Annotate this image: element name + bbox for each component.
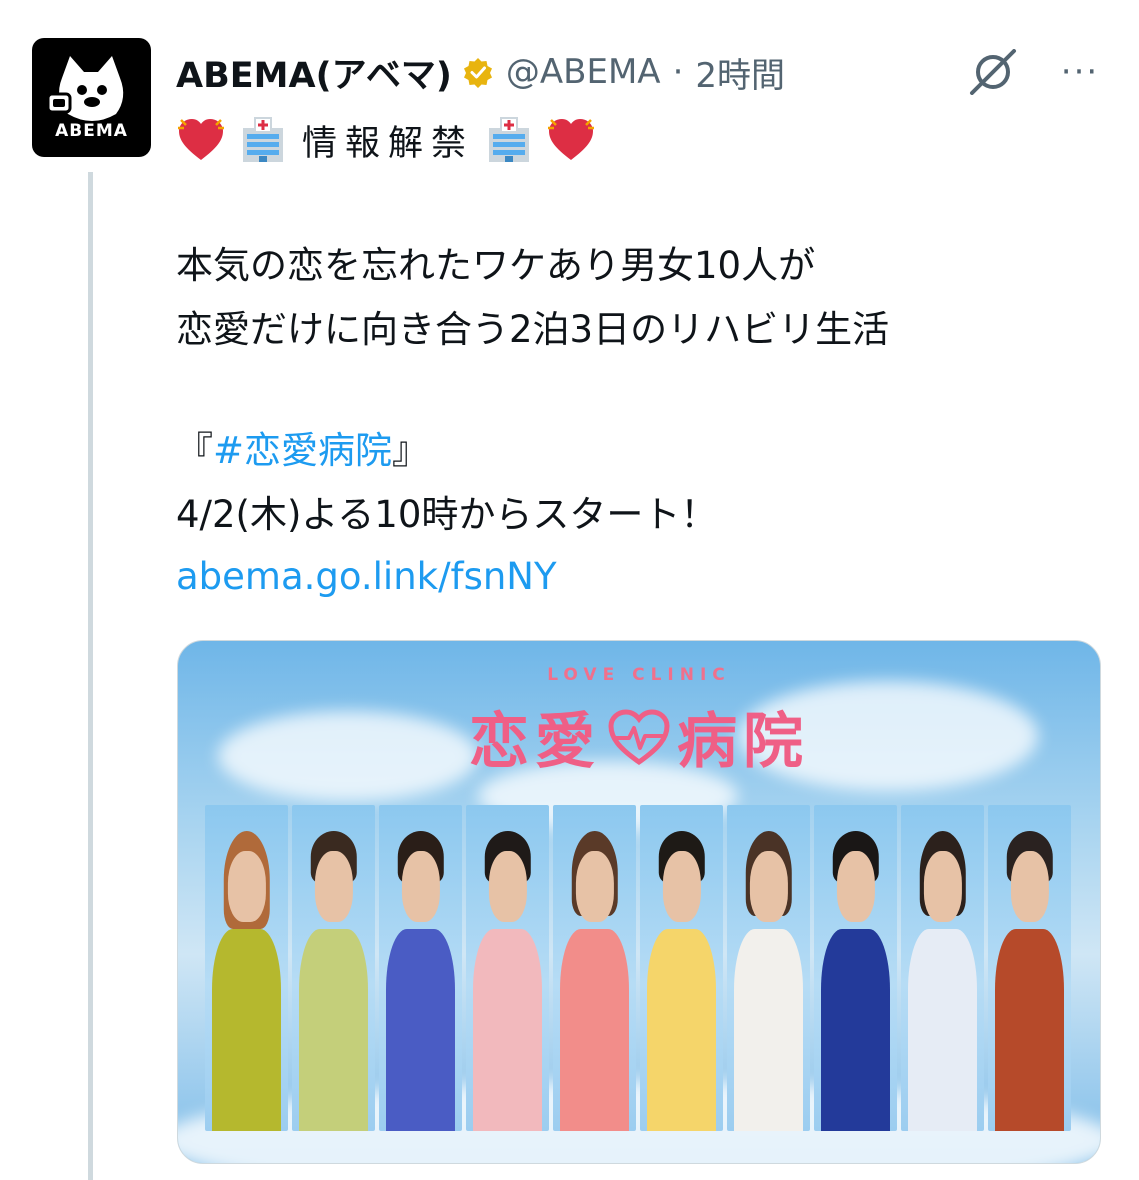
tweet-headline: 情報解禁 [172,108,600,172]
heart-emoji-icon [542,111,600,169]
cast-member-photo [727,805,810,1131]
heartbeat-heart-icon [608,708,670,765]
cast-member-photo [901,805,984,1131]
bracket-open: 『 [176,429,213,472]
tweet-hashtag-line: 『#恋愛病院』 [176,432,429,469]
bracket-close: 』 [392,429,430,472]
cast-member-photo [640,805,723,1131]
cast-member-photo [988,805,1071,1131]
grok-button[interactable] [962,44,1024,100]
author-avatar[interactable]: ABEMA [32,38,151,157]
cast-member-photo [205,805,288,1131]
logo-title-right: 病院 [677,707,809,777]
cast-member-photo [292,805,375,1131]
avatar-logo-text: ABEMA [55,121,128,141]
author-display-name[interactable]: ABEMA(アベマ) [176,47,452,98]
tweet-text-line: 恋愛だけに向き合う2泊3日のリハビリ生活 [176,308,890,351]
tweet-header: ABEMA(アベマ) @ABEMA · 2時間 [176,44,785,100]
tweet-text-line: 4/2(木)よる10時からスタート！ [176,493,718,536]
heart-emoji-icon [172,111,230,169]
cast-lineup [205,805,1071,1131]
cast-member-photo [466,805,549,1131]
meta-separator: · [672,52,684,92]
grok-icon [970,49,1016,95]
thread-line [88,172,93,1180]
tweet-url-link[interactable]: abema.go.link/fsnNY [176,558,557,595]
logo-title-left: 恋愛 [469,707,601,777]
cast-member-photo [553,805,636,1131]
cast-member-photo [379,805,462,1131]
more-options-button[interactable]: ··· [1048,44,1112,100]
cast-member-photo [814,805,897,1131]
verified-badge-icon[interactable] [462,56,494,88]
hospital-emoji-icon [480,111,538,169]
hashtag-link[interactable]: #恋愛病院 [213,429,392,472]
author-handle[interactable]: @ABEMA [506,52,661,92]
tweet-text-line: 本気の恋を忘れたワケあり男女10人が [176,244,816,287]
logo-subtitle: LOVE CLINIC [547,665,731,685]
more-horizontal-icon: ··· [1060,52,1100,92]
tweet-timestamp[interactable]: 2時間 [695,48,785,97]
show-logo: 恋愛 病院 [178,693,1100,780]
headline-text: 情報解禁 [302,123,475,164]
hospital-emoji-icon [234,111,292,169]
tweet-media-image[interactable]: LOVE CLINIC 恋愛 病院 [177,640,1101,1164]
